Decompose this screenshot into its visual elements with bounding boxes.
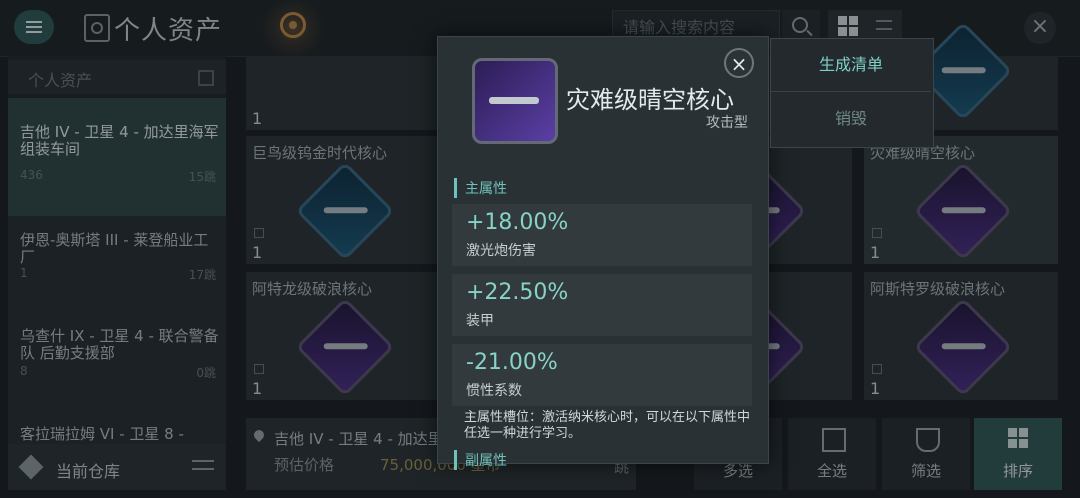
- stat-value: +22.50%: [466, 280, 569, 305]
- item-thumbnail: [472, 58, 558, 144]
- stat-row: +22.50% 装甲: [452, 274, 752, 336]
- item-type: 攻击型: [706, 115, 748, 131]
- stat-label: 激光炮伤害: [466, 243, 536, 259]
- stat-label: 惯性系数: [466, 383, 522, 399]
- stat-label: 装甲: [466, 313, 494, 329]
- slot-note: 主属性槽位：激活纳米核心时，可以在以下属性中任选一种进行学习。: [464, 410, 751, 441]
- stat-row: -21.00% 惯性系数: [452, 344, 752, 406]
- item-name: 灾难级晴空核心: [566, 86, 734, 114]
- close-icon[interactable]: ×: [724, 48, 754, 78]
- stat-value: -21.00%: [466, 350, 558, 375]
- stat-value: +18.00%: [466, 210, 569, 235]
- generate-list-button[interactable]: 生成清单: [771, 39, 931, 92]
- sub-attributes-heading: 副属性: [454, 450, 507, 470]
- stat-row: +18.00% 激光炮伤害: [452, 204, 752, 266]
- main-attributes-heading: 主属性: [454, 178, 507, 198]
- destroy-button[interactable]: 销毁: [771, 92, 931, 145]
